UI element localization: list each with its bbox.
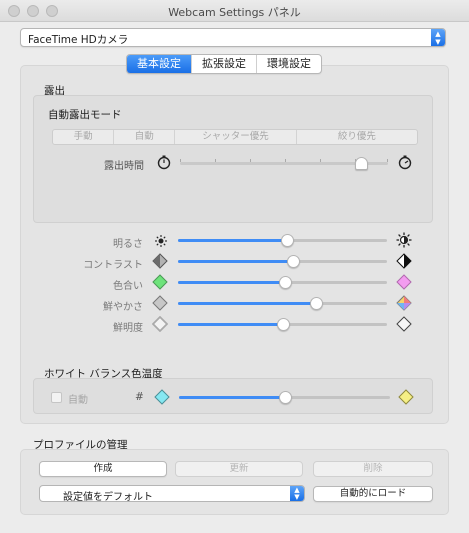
hue-knob[interactable] <box>278 276 292 289</box>
saturation-label: 鮮やかさ <box>103 302 143 313</box>
white-balance-knob[interactable] <box>278 391 292 404</box>
profiles-box <box>20 449 449 515</box>
contrast-high-icon <box>396 253 412 269</box>
exposure-time-label: 露出時間 <box>104 161 144 172</box>
sharpness-knob[interactable] <box>276 318 290 331</box>
popup-arrows-icon: ▲ ▼ <box>290 486 304 501</box>
saturation-low-icon <box>152 295 168 311</box>
sharpness-label: 鮮明度 <box>113 323 143 334</box>
preset-select-value: 設定値をデフォルト <box>63 492 153 503</box>
exposure-time-knob[interactable] <box>354 157 368 170</box>
window-title: Webcam Settings パネル <box>168 6 301 19</box>
exposure-mode-title: 自動露出モード <box>48 109 122 121</box>
saturation-slider[interactable] <box>178 297 387 310</box>
sharpness-slider[interactable] <box>178 318 387 331</box>
sun-large-icon <box>396 232 412 248</box>
brightness-slider[interactable] <box>178 234 387 247</box>
title-bar: Webcam Settings パネル <box>0 0 469 22</box>
exposure-mode-control: 手動 自動 シャッター優先 絞り優先 <box>52 129 418 145</box>
stopwatch-slow-icon <box>157 155 171 170</box>
stopwatch-fast-icon <box>398 155 412 170</box>
brightness-knob[interactable] <box>280 234 294 247</box>
saturation-knob[interactable] <box>309 297 323 310</box>
wb-auto-checkbox[interactable] <box>51 392 62 403</box>
sharpness-low-icon <box>152 316 168 332</box>
wb-warm-icon <box>398 389 414 405</box>
tab-basic[interactable]: 基本設定 <box>127 55 192 73</box>
white-balance-slider[interactable] <box>179 391 390 404</box>
wb-cool-icon <box>154 389 170 405</box>
sharpness-high-icon <box>396 316 412 332</box>
device-select[interactable]: FaceTime HDカメラ ▲ ▼ <box>20 28 446 47</box>
hue-label: 色合い <box>113 281 143 292</box>
exposure-time-slider[interactable] <box>180 157 388 170</box>
autoload-button[interactable]: 自動的にロード <box>313 486 433 502</box>
device-select-value: FaceTime HDカメラ <box>28 34 129 46</box>
hue-magenta-icon <box>396 274 412 290</box>
tab-preferences[interactable]: 環境設定 <box>257 55 321 73</box>
brightness-label: 明るさ <box>113 239 143 250</box>
update-profile-button[interactable]: 更新 <box>175 461 303 477</box>
wb-hash-label: # <box>135 391 144 403</box>
hue-slider[interactable] <box>178 276 387 289</box>
mode-manual[interactable]: 手動 <box>53 130 115 144</box>
mode-shutter-priority[interactable]: シャッター優先 <box>175 130 297 144</box>
contrast-low-icon <box>152 253 168 269</box>
hue-green-icon <box>152 274 168 290</box>
create-profile-button[interactable]: 作成 <box>39 461 167 477</box>
popup-arrows-icon: ▲ ▼ <box>431 29 445 46</box>
sun-small-icon <box>155 235 167 247</box>
mode-aperture-priority[interactable]: 絞り優先 <box>297 130 417 144</box>
tab-bar: 基本設定 拡張設定 環境設定 <box>126 54 322 74</box>
contrast-knob[interactable] <box>286 255 300 268</box>
preset-select[interactable]: 設定値をデフォルト ▲ ▼ <box>39 485 305 503</box>
mode-auto[interactable]: 自動 <box>114 130 176 144</box>
wb-auto-label: 自動 <box>68 395 88 406</box>
contrast-slider[interactable] <box>178 255 387 268</box>
tab-advanced[interactable]: 拡張設定 <box>192 55 257 73</box>
delete-profile-button[interactable]: 削除 <box>313 461 433 477</box>
contrast-label: コントラスト <box>83 260 143 271</box>
saturation-high-icon <box>396 295 412 311</box>
